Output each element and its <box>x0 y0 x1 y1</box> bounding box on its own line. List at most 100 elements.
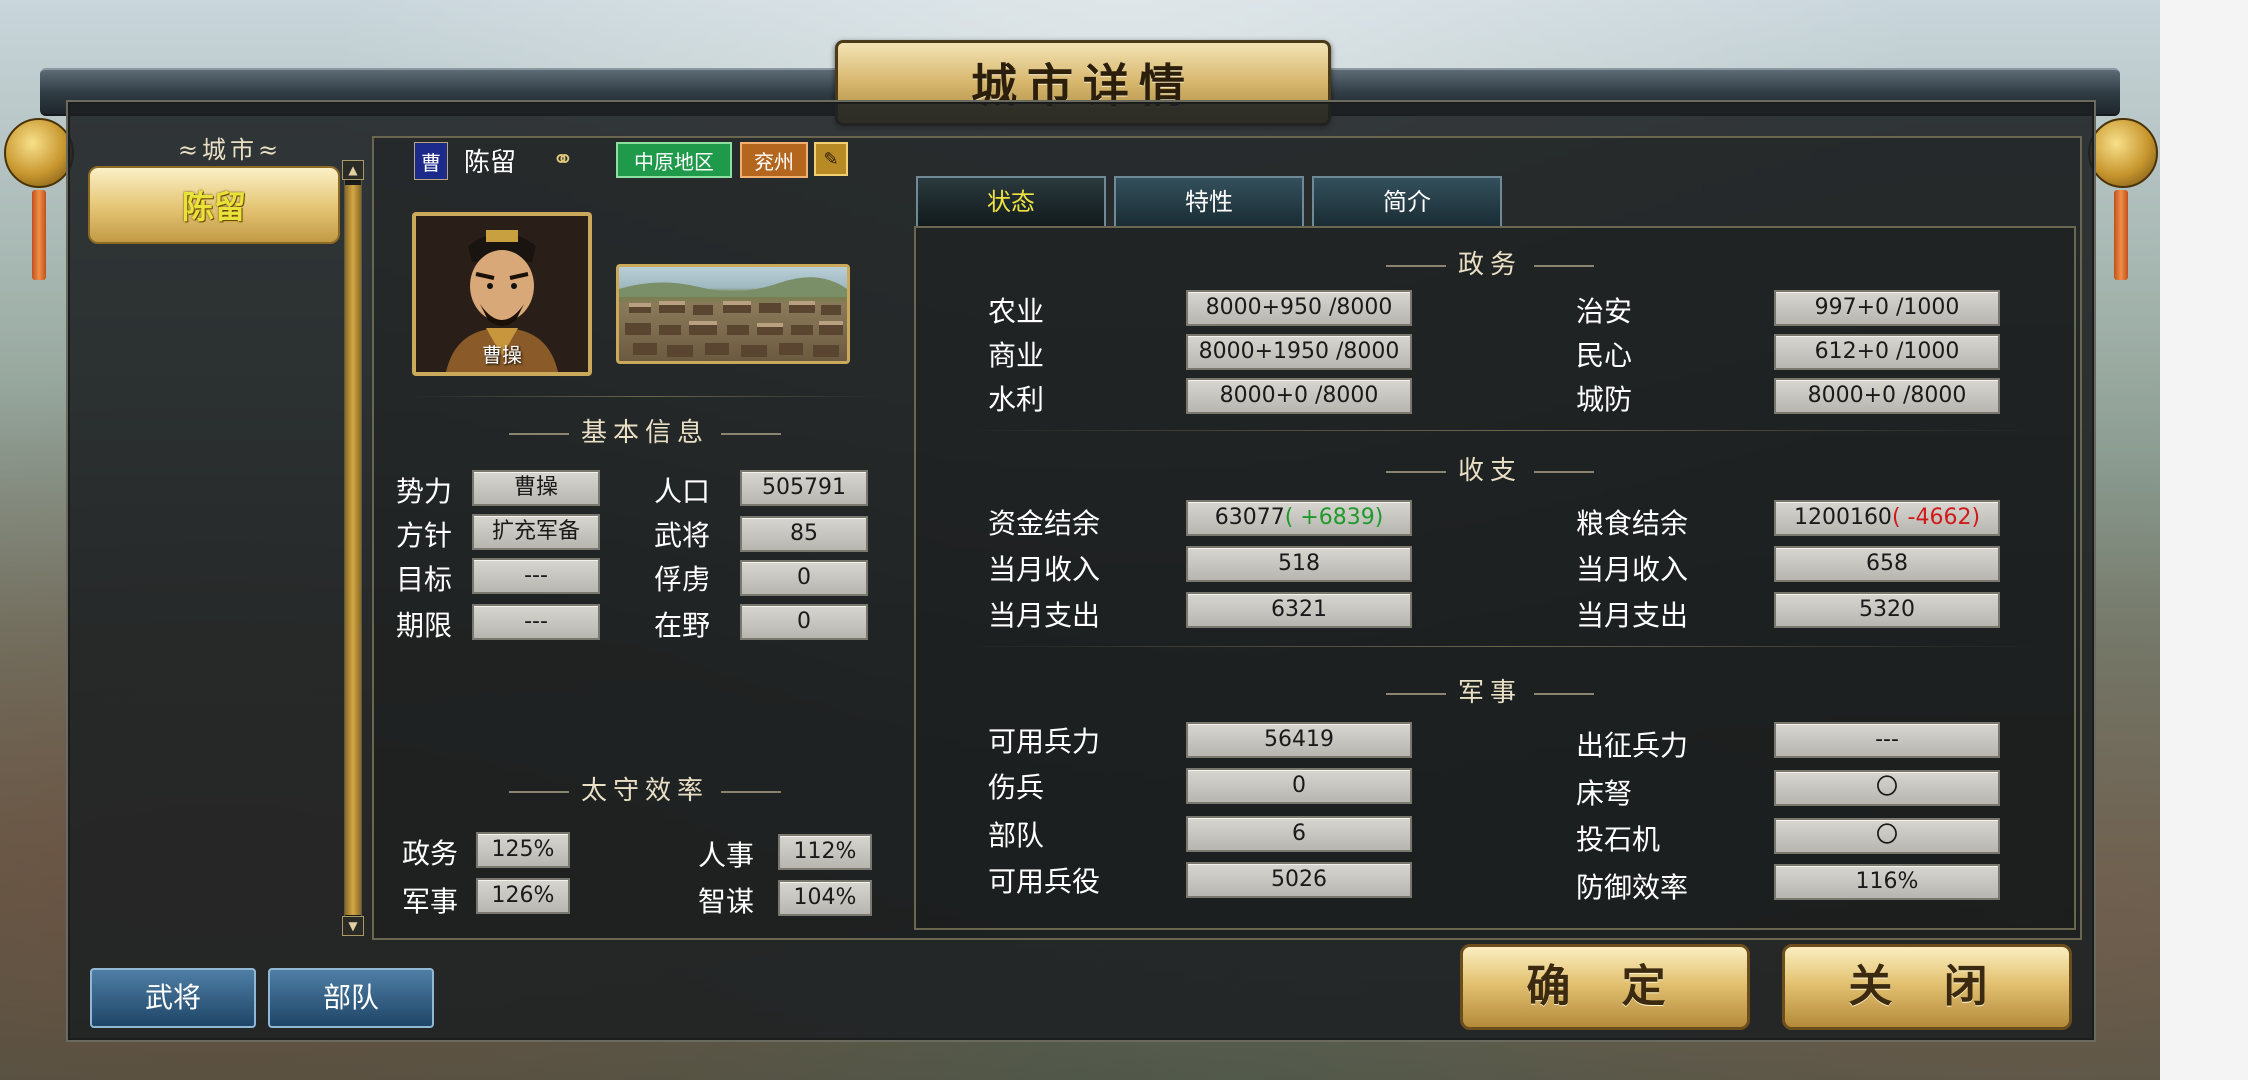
defense-efficiency-value: 116% <box>1774 864 2000 900</box>
food-expense-value: 5320 <box>1774 592 2000 628</box>
efficiency-header: 太守效率 <box>410 770 880 807</box>
eff-personnel-label: 人事 <box>698 839 755 872</box>
close-button[interactable]: 关 闭 <box>1782 944 2072 1030</box>
scroll-thumb[interactable] <box>345 185 361 915</box>
divider <box>960 646 2040 647</box>
catapult-label: 投石机 <box>1576 823 1661 856</box>
population-value: 505791 <box>740 470 868 506</box>
scroll-up-icon[interactable]: ▲ <box>342 160 364 180</box>
governor-name: 曹操 <box>482 343 522 367</box>
military-header: 军事 <box>1340 672 1640 709</box>
commerce-value: 8000+1950 /8000 <box>1186 334 1412 370</box>
irrigation-label: 水利 <box>988 383 1045 416</box>
city-defense-label: 城防 <box>1576 383 1633 416</box>
city-list-header: ≈城市≈ <box>177 136 283 164</box>
population-label: 人口 <box>654 475 711 508</box>
eff-strategy-value: 104% <box>778 880 872 916</box>
policy-value: 扩充军备 <box>472 514 600 550</box>
province-tag: 兖州 <box>740 142 808 178</box>
generals-button[interactable]: 武将 <box>90 968 256 1028</box>
scroll-down-icon[interactable]: ▼ <box>342 916 364 936</box>
ballista-label: 床弩 <box>1576 777 1633 810</box>
city-thumbnail <box>616 264 850 364</box>
units-label: 部队 <box>988 819 1045 852</box>
food-delta: ( -4662) <box>1891 505 1981 530</box>
screen-edge-strip <box>2160 0 2248 1080</box>
eff-personnel-value: 112% <box>778 834 872 870</box>
agriculture-label: 农业 <box>988 295 1045 328</box>
right-tassel-icon <box>2114 190 2128 280</box>
breadcrumb-city: 陈留 <box>464 147 517 178</box>
ruler-badge: 曹 <box>414 142 448 180</box>
tab-traits[interactable]: 特性 <box>1114 176 1304 226</box>
faction-label: 势力 <box>396 475 453 508</box>
finance-header: 收支 <box>1340 450 1640 487</box>
food-income-value: 658 <box>1774 546 2000 582</box>
target-label: 目标 <box>396 563 453 596</box>
wounded-value: 0 <box>1186 768 1412 804</box>
deadline-value: --- <box>472 604 600 640</box>
available-troops-value: 56419 <box>1186 722 1412 758</box>
tab-intro[interactable]: 简介 <box>1312 176 1502 226</box>
right-ornament-icon <box>2088 118 2158 188</box>
eff-strategy-label: 智谋 <box>698 885 755 918</box>
funds-value: 63077( +6839) <box>1186 500 1412 536</box>
funds-expense-value: 6321 <box>1186 592 1412 628</box>
funds-label: 资金结余 <box>988 507 1101 540</box>
basic-info-header: 基本信息 <box>410 412 880 449</box>
city-list-scrollbar[interactable] <box>344 164 362 936</box>
food-label: 粮食结余 <box>1576 507 1689 540</box>
loyalty-value: 612+0 /1000 <box>1774 334 2000 370</box>
irrigation-value: 8000+0 /8000 <box>1186 378 1412 414</box>
food-income-label: 当月收入 <box>1576 553 1689 586</box>
eff-politics-value: 125% <box>476 832 570 868</box>
prisoners-value: 0 <box>740 560 868 596</box>
free-officers-label: 在野 <box>654 609 711 642</box>
free-officers-value: 0 <box>740 604 868 640</box>
divider <box>960 430 2040 431</box>
units-value: 6 <box>1186 816 1412 852</box>
public-order-label: 治安 <box>1576 295 1633 328</box>
troops-button[interactable]: 部队 <box>268 968 434 1028</box>
target-value: --- <box>472 558 600 594</box>
region-tag: 中原地区 <box>616 142 732 178</box>
left-tassel-icon <box>32 190 46 280</box>
kinship-icon: ⚭ <box>552 145 574 175</box>
eff-military-label: 军事 <box>402 885 459 918</box>
ballista-value: 〇 <box>1774 770 2000 806</box>
generals-value: 85 <box>740 516 868 552</box>
eff-politics-label: 政务 <box>402 837 459 870</box>
funds-income-label: 当月收入 <box>988 553 1101 586</box>
prisoners-label: 俘虏 <box>654 563 711 596</box>
politics-header: 政务 <box>1340 244 1640 281</box>
food-value: 1200160( -4662) <box>1774 500 2000 536</box>
funds-delta: ( +6839) <box>1284 505 1384 530</box>
defense-efficiency-label: 防御效率 <box>1576 871 1689 904</box>
deployed-troops-label: 出征兵力 <box>1576 729 1689 762</box>
city-list-item-selected[interactable]: 陈留 <box>88 166 340 244</box>
left-ornament-icon <box>4 118 74 188</box>
city-defense-value: 8000+0 /8000 <box>1774 378 2000 414</box>
funds-expense-label: 当月支出 <box>988 599 1101 632</box>
catapult-value: 〇 <box>1774 818 2000 854</box>
commerce-label: 商业 <box>988 339 1045 372</box>
governor-portrait[interactable]: 曹操 <box>412 212 592 376</box>
loyalty-label: 民心 <box>1576 339 1633 372</box>
tab-status[interactable]: 状态 <box>916 176 1106 226</box>
public-order-value: 997+0 /1000 <box>1774 290 2000 326</box>
generals-label: 武将 <box>654 519 711 552</box>
faction-value: 曹操 <box>472 470 600 506</box>
eff-military-value: 126% <box>476 878 570 914</box>
conscripts-label: 可用兵役 <box>988 865 1101 898</box>
wounded-label: 伤兵 <box>988 771 1045 804</box>
deadline-label: 期限 <box>396 609 453 642</box>
agriculture-value: 8000+950 /8000 <box>1186 290 1412 326</box>
policy-label: 方针 <box>396 519 453 552</box>
divider <box>410 396 880 397</box>
available-troops-label: 可用兵力 <box>988 725 1101 758</box>
conscripts-value: 5026 <box>1186 862 1412 898</box>
deployed-troops-value: --- <box>1774 722 2000 758</box>
funds-income-value: 518 <box>1186 546 1412 582</box>
brush-icon[interactable]: ✎ <box>814 142 848 176</box>
confirm-button[interactable]: 确 定 <box>1460 944 1750 1030</box>
